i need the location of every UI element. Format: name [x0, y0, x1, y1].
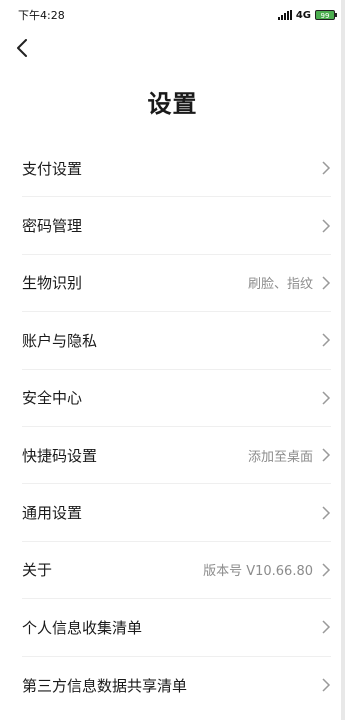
settings-item-label: 关于 — [22, 561, 53, 580]
settings-item-label: 第三方信息数据共享清单 — [22, 676, 188, 695]
settings-item-value: 刷脸、指纹 — [247, 277, 313, 293]
chevron-right-icon — [322, 563, 331, 577]
chevron-right-icon — [322, 333, 331, 347]
settings-item-label: 安全中心 — [22, 389, 83, 408]
settings-item-label: 个人信息收集清单 — [22, 618, 143, 637]
battery-level: 99 — [320, 12, 330, 20]
chevron-right-icon — [322, 506, 331, 520]
battery-icon: 99 — [315, 10, 337, 20]
chevron-right-icon — [322, 448, 331, 462]
settings-item-label: 生物识别 — [22, 274, 83, 293]
status-bar: 下午4:28 4G 99 — [0, 0, 345, 30]
settings-item-password[interactable]: 密码管理 — [22, 197, 331, 255]
settings-item-payment[interactable]: 支付设置 — [22, 140, 331, 198]
signal-icon — [277, 10, 292, 20]
chevron-right-icon — [322, 391, 331, 405]
settings-item-personal-info-list[interactable]: 个人信息收集清单 — [22, 599, 331, 657]
chevron-right-icon — [322, 620, 331, 634]
settings-item-value: 版本号 V10.66.80 — [203, 564, 313, 580]
chevron-right-icon — [322, 161, 331, 175]
status-time: 下午4:28 — [18, 9, 65, 22]
settings-list: 支付设置 密码管理 生物识别 刷脸、指纹 账户与隐私 安全中心 快捷码设置 添加… — [0, 140, 345, 714]
network-type: 4G — [295, 9, 311, 21]
chevron-right-icon — [322, 219, 331, 233]
page-title: 设置 — [147, 90, 198, 118]
settings-item-biometric[interactable]: 生物识别 刷脸、指纹 — [22, 255, 331, 313]
chevron-right-icon — [322, 678, 331, 692]
settings-item-third-party-sharing-list[interactable]: 第三方信息数据共享清单 — [22, 657, 331, 714]
settings-item-label: 通用设置 — [22, 504, 83, 523]
settings-item-general[interactable]: 通用设置 — [22, 484, 331, 542]
settings-item-value: 添加至桌面 — [247, 449, 313, 465]
status-icons: 4G 99 — [277, 9, 337, 21]
settings-item-label: 密码管理 — [22, 217, 83, 236]
settings-item-about[interactable]: 关于 版本号 V10.66.80 — [22, 542, 331, 600]
settings-item-label: 支付设置 — [22, 159, 83, 178]
settings-item-label: 快捷码设置 — [22, 446, 98, 465]
settings-item-account-privacy[interactable]: 账户与隐私 — [22, 312, 331, 370]
back-button[interactable] — [10, 36, 34, 60]
settings-item-security-center[interactable]: 安全中心 — [22, 370, 331, 427]
chevron-left-icon — [17, 39, 27, 57]
settings-item-shortcut-code[interactable]: 快捷码设置 添加至桌面 — [22, 427, 331, 485]
settings-item-label: 账户与隐私 — [22, 331, 98, 350]
chevron-right-icon — [322, 276, 331, 290]
